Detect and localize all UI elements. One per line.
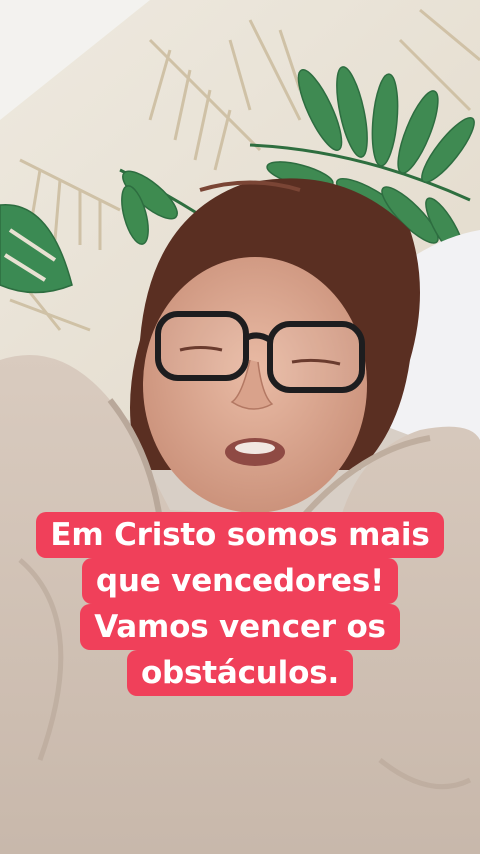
caption-overlay: Em Cristo somos mais que vencedores! Vam…	[0, 512, 480, 696]
video-frame: Em Cristo somos mais que vencedores! Vam…	[0, 0, 480, 854]
caption-line-3: Vamos vencer os	[80, 604, 400, 650]
caption-line-1: Em Cristo somos mais	[36, 512, 444, 558]
scene-illustration	[0, 0, 480, 854]
caption-line-2: que vencedores!	[81, 558, 399, 604]
caption-line-4: obstáculos.	[126, 650, 354, 696]
